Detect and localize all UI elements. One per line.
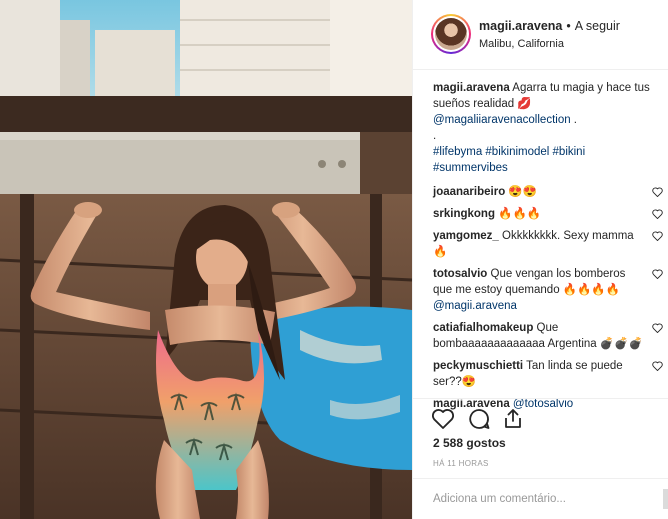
post-header: magii.aravena • A seguir Malibu, Californi… (413, 0, 668, 70)
add-comment-bar: Adiciona um comentário... (413, 478, 668, 519)
post-side-panel: magii.aravena • A seguir Malibu, Californi… (412, 0, 668, 519)
comment-username[interactable]: joaanaribeiro (433, 186, 505, 198)
comment-item: srkingkong 🔥🔥🔥 (433, 206, 663, 222)
comments-list: magii.aravena Agarra tu magia y hace tus… (433, 80, 663, 418)
follow-button[interactable]: A seguir (575, 19, 620, 33)
caption-after-mention: . (570, 114, 577, 126)
comment-item: totosalvio Que vengan los bomberos que m… (433, 266, 663, 314)
comment-item: yamgomez_ Okkkkkkkk. Sexy mamma 🔥 (433, 228, 663, 260)
location-link[interactable]: Malibu, California (479, 38, 564, 50)
avatar-frame (433, 16, 469, 52)
comment-username[interactable]: yamgomez_ (433, 230, 499, 242)
comment-username[interactable]: peckymuschietti (433, 360, 523, 372)
comment-text: 😍😍 (508, 186, 538, 198)
comment-item: peckymuschietti Tan linda se puede ser??… (433, 358, 663, 390)
avatar-image (435, 18, 467, 50)
heart-icon[interactable] (431, 407, 455, 431)
comment-like-heart-icon[interactable] (652, 361, 663, 371)
comment-item: catiafialhomakeup Que bombaaaaaaaaaaaaa … (433, 320, 663, 352)
caption-mention[interactable]: @magaliiaravenacollection (433, 114, 571, 126)
comment-username[interactable]: totosalvio (433, 268, 487, 280)
comment-username[interactable]: catiafialhomakeup (433, 322, 533, 334)
header-user-line: magii.aravena • A seguir (479, 19, 620, 33)
comment-text: 🔥🔥🔥 (498, 208, 542, 220)
post-timestamp[interactable]: HÁ 11 HORAS (433, 459, 489, 468)
post-caption: magii.aravena Agarra tu magia y hace tus… (433, 80, 663, 176)
comment-username[interactable]: srkingkong (433, 208, 495, 220)
post-photo[interactable] (0, 0, 412, 519)
post-photo-illustration (0, 0, 412, 519)
caption-period: . (433, 130, 437, 142)
comment-like-heart-icon[interactable] (652, 323, 663, 333)
comment-icon[interactable] (467, 407, 491, 431)
share-icon[interactable] (501, 407, 525, 431)
comment-like-heart-icon[interactable] (652, 187, 663, 197)
panel-edge-scrollbar (663, 489, 668, 509)
profile-avatar[interactable] (431, 14, 471, 54)
post-actions-bar (413, 398, 668, 438)
caption-hashtags-2[interactable]: #summervibes (433, 162, 508, 174)
comment-like-heart-icon[interactable] (652, 231, 663, 241)
comment-item: joaanaribeiro 😍😍 (433, 184, 663, 200)
comment-like-heart-icon[interactable] (652, 269, 663, 279)
likes-count[interactable]: 2 588 gostos (433, 436, 506, 450)
header-separator-dot: • (566, 19, 571, 33)
comment-mention[interactable]: @magii.aravena (433, 300, 517, 312)
caption-username[interactable]: magii.aravena (433, 82, 510, 94)
add-comment-input[interactable]: Adiciona um comentário... (433, 493, 566, 505)
caption-hashtags-1[interactable]: #lifebyma #bikinimodel #bikini (433, 146, 585, 158)
comment-like-heart-icon[interactable] (652, 209, 663, 219)
header-username[interactable]: magii.aravena (479, 19, 562, 33)
